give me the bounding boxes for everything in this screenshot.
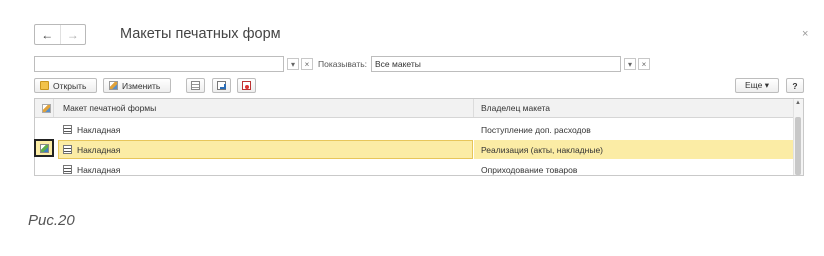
- page-title: Макеты печатных форм: [120, 26, 281, 42]
- forward-arrow-icon: →: [66, 27, 79, 42]
- search-clear-button[interactable]: ×: [301, 58, 313, 70]
- row-owner: Реализация (акты, накладные): [474, 140, 795, 159]
- row-layout-name: Накладная: [77, 124, 121, 135]
- close-button[interactable]: ×: [802, 28, 808, 40]
- table-header: Макет печатной формы Владелец макета: [35, 99, 795, 118]
- table-row-selected[interactable]: Накладная Реализация (акты, накладные): [35, 140, 795, 159]
- layout-button[interactable]: [186, 78, 205, 93]
- document-list-icon: [191, 81, 200, 90]
- edit-button-label: Изменить: [122, 80, 161, 91]
- layouts-table: Макет печатной формы Владелец макета Нак…: [34, 98, 804, 176]
- delete-document-icon: [242, 81, 251, 90]
- chevron-down-icon: ▾: [627, 59, 632, 69]
- show-dropdown-button[interactable]: ▾: [624, 58, 636, 70]
- document-arrow-icon: [217, 81, 226, 90]
- row-layout-name: Накладная: [77, 144, 121, 155]
- column-divider: [53, 99, 54, 117]
- export-button[interactable]: [212, 78, 231, 93]
- document-icon: [63, 145, 72, 154]
- row-owner: Оприходование товаров: [481, 164, 578, 175]
- vertical-scrollbar[interactable]: ▲: [793, 99, 803, 175]
- forward-button[interactable]: →: [59, 25, 86, 44]
- clear-icon: ×: [304, 59, 310, 69]
- clear-icon: ×: [641, 59, 647, 69]
- column-header-owner[interactable]: Владелец макета: [481, 99, 781, 117]
- edit-marker-icon[interactable]: [34, 139, 54, 157]
- help-button[interactable]: ?: [786, 78, 804, 93]
- chevron-down-icon: ▾: [290, 59, 295, 69]
- show-label: Показывать:: [318, 59, 368, 69]
- document-icon: [63, 165, 72, 174]
- edit-column-icon: [39, 99, 53, 117]
- more-button[interactable]: Еще ▾: [735, 78, 779, 93]
- search-input[interactable]: [34, 56, 284, 72]
- row-layout-name: Накладная: [77, 164, 121, 175]
- show-select[interactable]: Все макеты: [371, 56, 621, 72]
- show-clear-button[interactable]: ×: [638, 58, 650, 70]
- search-dropdown-button[interactable]: ▾: [287, 58, 299, 70]
- delete-button[interactable]: [237, 78, 256, 93]
- scroll-up-icon[interactable]: ▲: [795, 100, 801, 106]
- pencil-icon: [109, 81, 118, 90]
- open-button[interactable]: Открыть: [34, 78, 97, 93]
- open-button-label: Открыть: [53, 80, 87, 91]
- open-folder-icon: [40, 81, 49, 90]
- table-row[interactable]: Накладная Оприходование товаров: [35, 160, 795, 175]
- row-owner: Поступление доп. расходов: [481, 124, 591, 135]
- column-divider: [473, 99, 474, 117]
- column-header-layout[interactable]: Макет печатной формы: [63, 99, 463, 117]
- back-button[interactable]: ←: [35, 25, 60, 44]
- edit-button[interactable]: Изменить: [103, 78, 171, 93]
- table-row[interactable]: Накладная Поступление доп. расходов: [35, 120, 795, 139]
- figure-caption: Рис.20: [28, 212, 75, 229]
- scrollbar-thumb[interactable]: [795, 117, 801, 175]
- document-icon: [63, 125, 72, 134]
- navigation-buttons: ← →: [34, 24, 86, 45]
- back-arrow-icon: ←: [41, 27, 54, 42]
